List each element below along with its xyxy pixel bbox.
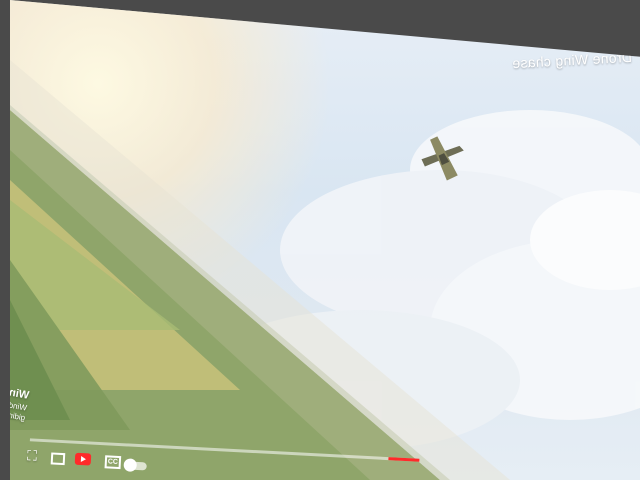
captions-button[interactable]: CC bbox=[104, 455, 122, 470]
fullscreen-icon[interactable]: ⛶ bbox=[23, 446, 42, 465]
autoplay-toggle-icon[interactable] bbox=[123, 458, 147, 472]
youtube-logo-icon[interactable] bbox=[74, 452, 92, 466]
video-scene bbox=[10, 60, 640, 480]
progress-fill bbox=[388, 457, 420, 462]
miniplayer-icon[interactable] bbox=[50, 452, 66, 466]
autoplay-toggle-knob bbox=[123, 458, 138, 472]
video-frame[interactable]: Drone Wing chase Windows'u Etkinleştir W… bbox=[10, 0, 640, 480]
